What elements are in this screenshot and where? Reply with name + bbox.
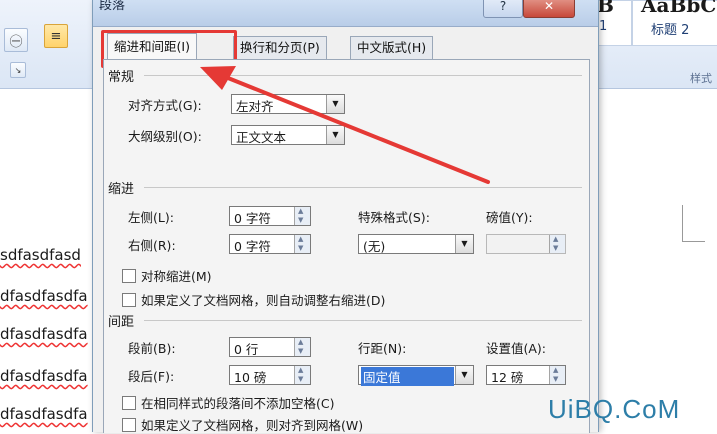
arrow-shaft	[216, 72, 490, 184]
watermark: UiBQ.CoM	[548, 394, 681, 424]
annotation-arrow	[200, 66, 490, 184]
